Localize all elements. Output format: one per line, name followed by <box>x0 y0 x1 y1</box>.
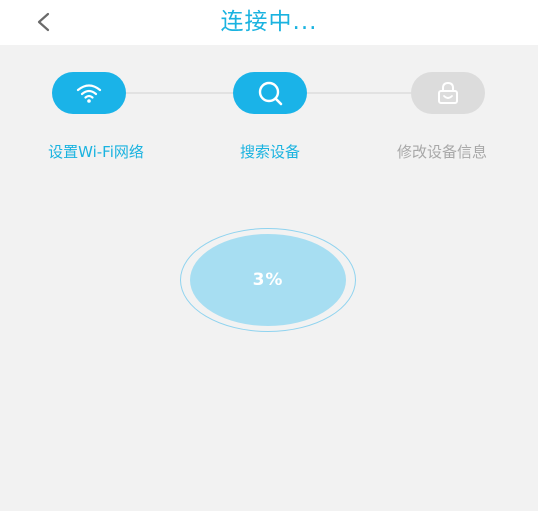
search-icon <box>258 81 283 106</box>
step-search-indicator <box>233 72 307 114</box>
progress-indicator: 3% <box>190 234 346 326</box>
wifi-icon <box>76 84 102 103</box>
step-wifi-indicator <box>52 72 126 114</box>
header-bar: 连接中... <box>0 0 538 45</box>
lock-icon <box>438 81 458 104</box>
step-device-info-label: 修改设备信息 <box>396 143 487 161</box>
progress-percent: 3% <box>252 270 284 290</box>
connecting-screen: 连接中... 设置Wi-Fi网络 搜索设备 修改设备信息 3% <box>0 0 538 511</box>
page-title: 连接中... <box>220 9 318 35</box>
step-wifi-label: 设置Wi-Fi网络 <box>48 143 144 161</box>
step-connector-1 <box>126 92 233 94</box>
step-search-label: 搜索设备 <box>239 143 300 161</box>
step-device-info-indicator <box>411 72 485 114</box>
step-connector-2 <box>307 92 411 94</box>
